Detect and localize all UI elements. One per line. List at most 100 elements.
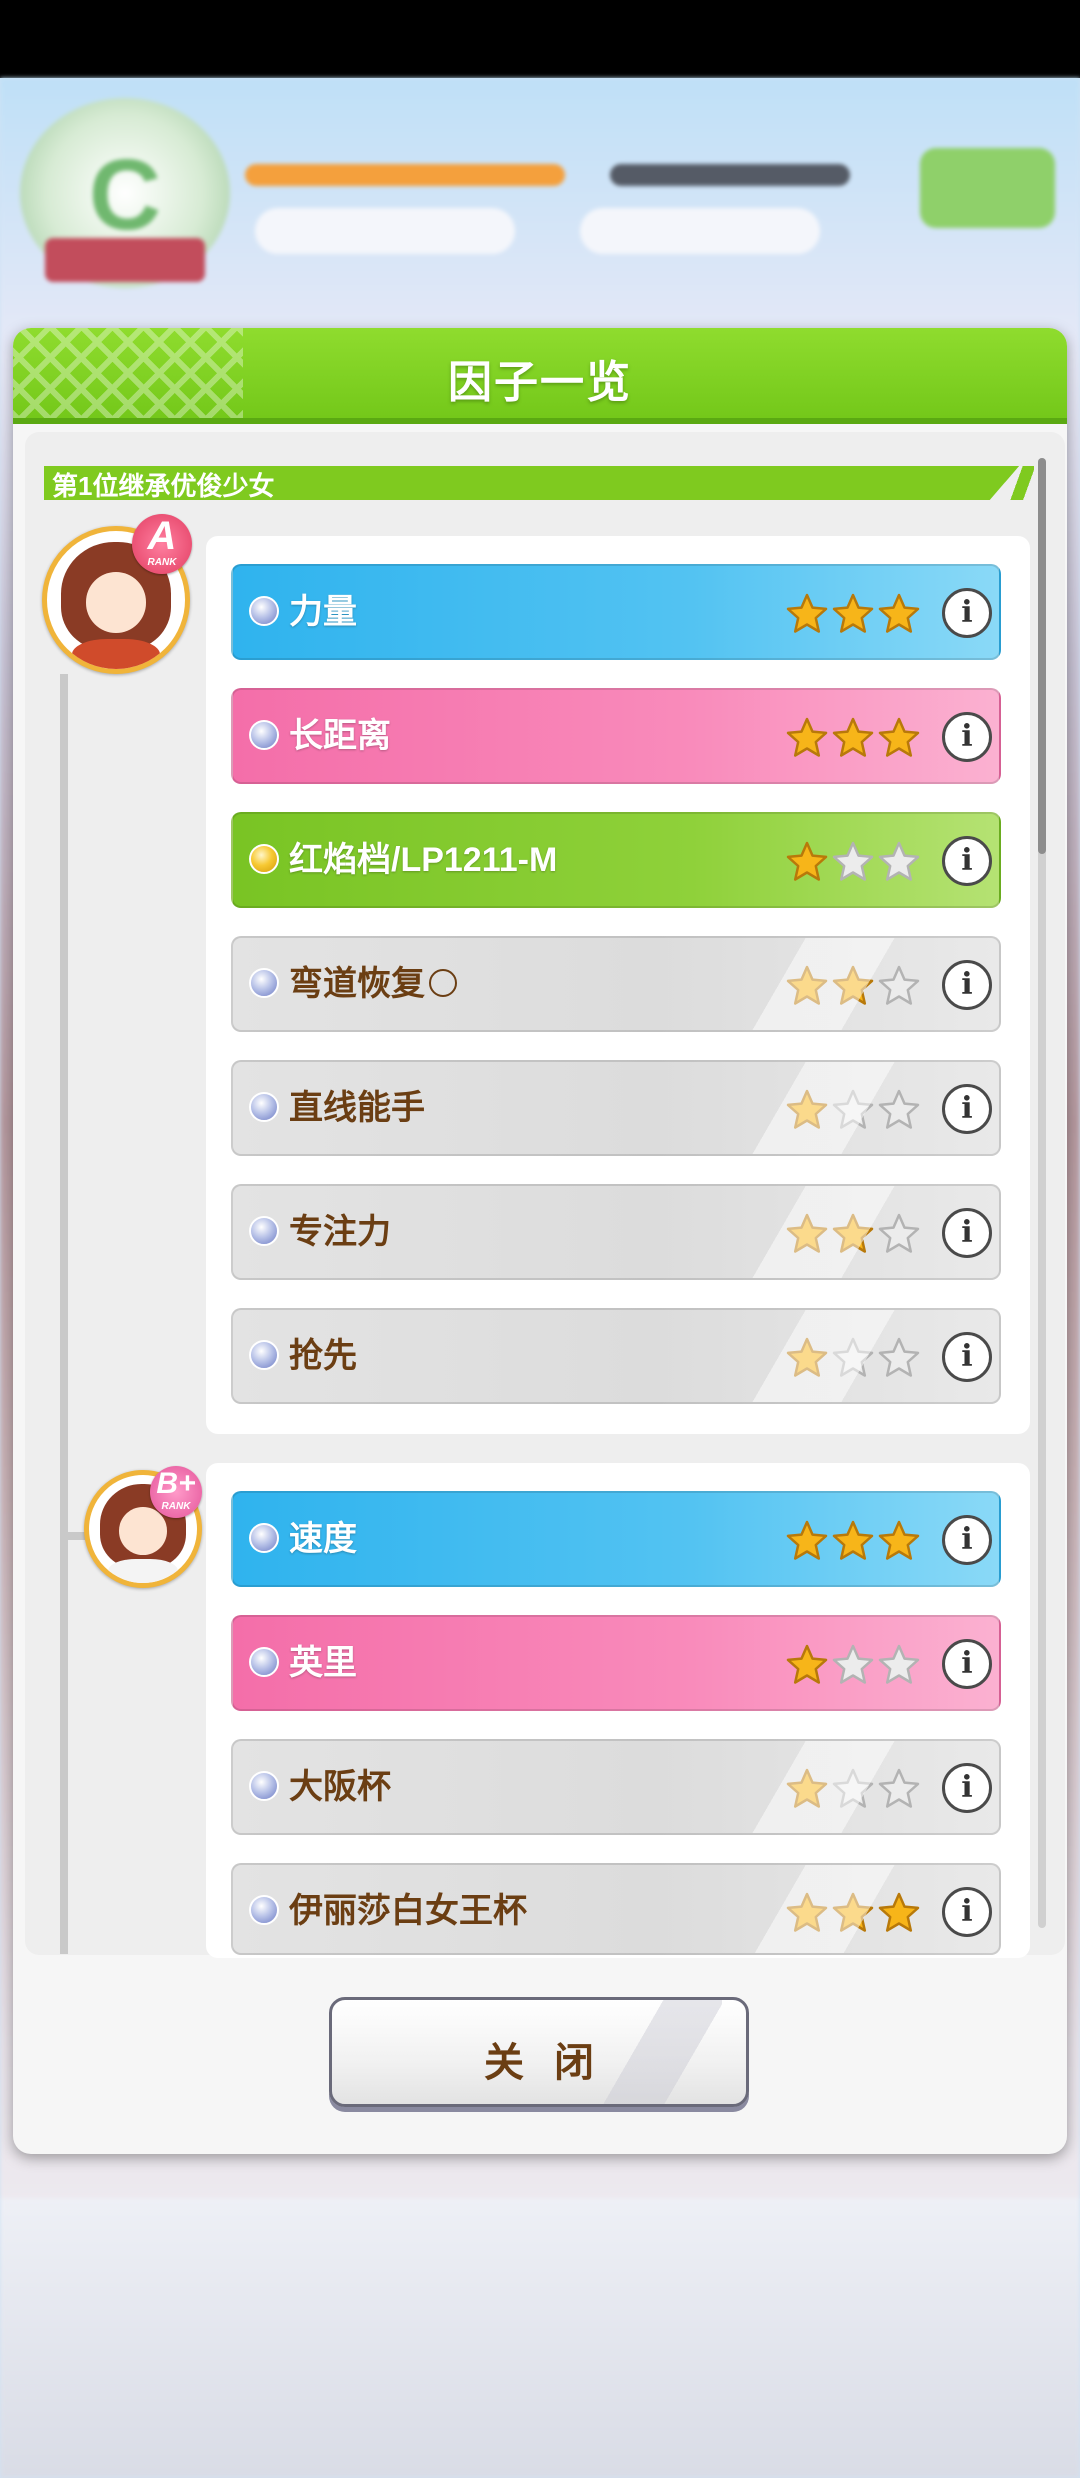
star-empty-icon <box>877 1767 921 1811</box>
section-title: 第1位继承优俊少女 <box>52 471 275 501</box>
circle-icon <box>429 969 457 997</box>
factor-name-text: 专注力 <box>289 1213 391 1251</box>
orb-icon <box>249 1340 279 1370</box>
star-filled-icon <box>831 1891 875 1935</box>
star-filled-icon <box>785 716 829 760</box>
orb-icon <box>249 1216 279 1246</box>
factor-name-text: 伊丽莎白女王杯 <box>289 1892 527 1930</box>
info-icon[interactable]: i <box>942 1515 992 1565</box>
factor-name-text: 力量 <box>289 593 357 631</box>
star-filled-icon <box>785 840 829 884</box>
orb-icon <box>249 1771 279 1801</box>
info-icon[interactable]: i <box>942 1639 992 1689</box>
star-empty-icon <box>831 1767 875 1811</box>
star-filled-icon <box>785 1088 829 1132</box>
info-icon[interactable]: i <box>942 1332 992 1382</box>
factor-name: 力量 <box>289 590 357 634</box>
star-rating <box>785 1336 925 1380</box>
factor-name: 速度 <box>289 1517 357 1561</box>
star-empty-icon <box>831 1088 875 1132</box>
star-filled-icon <box>785 1212 829 1256</box>
star-rating <box>785 592 925 636</box>
factor-row[interactable]: 长距离 i <box>231 688 1001 784</box>
star-rating <box>785 964 925 1008</box>
orb-icon <box>249 1895 279 1925</box>
rank-badge: B+ RANK <box>150 1466 202 1518</box>
info-icon[interactable]: i <box>942 588 992 638</box>
info-icon[interactable]: i <box>942 1208 992 1258</box>
factor-row[interactable]: 大阪杯 i <box>231 1739 1001 1835</box>
star-filled-icon <box>785 592 829 636</box>
info-icon[interactable]: i <box>942 960 992 1010</box>
background-progress-bar <box>245 164 565 186</box>
scrollbar-thumb[interactable] <box>1038 458 1046 854</box>
star-rating <box>785 1088 925 1132</box>
factor-row[interactable]: 力量 i <box>231 564 1001 660</box>
star-empty-icon <box>831 1336 875 1380</box>
background-menu-button <box>920 148 1055 228</box>
factor-name: 弯道恢复 <box>289 962 457 1006</box>
lineage-tree-line <box>60 674 68 1954</box>
factor-name-text: 大阪杯 <box>289 1768 391 1806</box>
factor-name: 伊丽莎白女王杯 <box>289 1889 527 1933</box>
star-filled-icon <box>831 1519 875 1563</box>
factor-row[interactable]: 伊丽莎白女王杯 i <box>231 1863 1001 1955</box>
star-filled-icon <box>785 1891 829 1935</box>
factor-row[interactable]: 红焰档/LP1211-M i <box>231 812 1001 908</box>
factor-name-text: 抢先 <box>289 1337 357 1375</box>
factor-row[interactable]: 弯道恢复 i <box>231 936 1001 1032</box>
star-rating <box>785 1519 925 1563</box>
star-rating <box>785 1643 925 1687</box>
orb-icon <box>249 596 279 626</box>
factor-name-text: 速度 <box>289 1520 357 1558</box>
factor-name-text: 直线能手 <box>289 1089 425 1127</box>
star-empty-icon <box>877 964 921 1008</box>
factor-row[interactable]: 专注力 i <box>231 1184 1001 1280</box>
orb-icon <box>249 720 279 750</box>
factor-name: 长距离 <box>289 714 391 758</box>
section-header-stripe <box>1010 466 1034 500</box>
star-empty-icon <box>831 1643 875 1687</box>
info-icon[interactable]: i <box>942 1763 992 1813</box>
factor-row[interactable]: 抢先 i <box>231 1308 1001 1404</box>
star-empty-icon <box>877 1643 921 1687</box>
factor-name-text: 英里 <box>289 1644 357 1682</box>
info-icon[interactable]: i <box>942 836 992 886</box>
background-currency-pill <box>255 208 515 254</box>
star-filled-icon <box>877 1891 921 1935</box>
orb-icon <box>249 968 279 998</box>
star-empty-icon <box>877 1336 921 1380</box>
star-empty-icon <box>877 1212 921 1256</box>
factor-row[interactable]: 速度 i <box>231 1491 1001 1587</box>
rank-badge: A RANK <box>132 514 192 574</box>
info-icon[interactable]: i <box>942 712 992 762</box>
star-filled-icon <box>831 592 875 636</box>
dialog-title: 因子一览 <box>448 358 632 407</box>
star-filled-icon <box>877 592 921 636</box>
star-filled-icon <box>785 1643 829 1687</box>
star-rating <box>785 1767 925 1811</box>
info-icon[interactable]: i <box>942 1887 992 1937</box>
star-filled-icon <box>785 1336 829 1380</box>
star-rating <box>785 1212 925 1256</box>
info-icon[interactable]: i <box>942 1084 992 1134</box>
star-empty-icon <box>831 840 875 884</box>
star-filled-icon <box>785 964 829 1008</box>
star-filled-icon <box>831 716 875 760</box>
star-rating <box>785 1891 925 1935</box>
orb-icon <box>249 1092 279 1122</box>
dialog-header: 因子一览 <box>13 328 1067 424</box>
close-button[interactable]: 关闭 <box>329 1997 749 2107</box>
factor-name-text: 长距离 <box>289 717 391 755</box>
factor-row[interactable]: 英里 i <box>231 1615 1001 1711</box>
star-filled-icon <box>785 1519 829 1563</box>
star-filled-icon <box>877 1519 921 1563</box>
background-progress-bar <box>610 164 850 186</box>
star-rating <box>785 840 925 884</box>
orb-icon <box>249 1647 279 1677</box>
background-currency-pill <box>580 208 820 254</box>
star-filled-icon <box>785 1767 829 1811</box>
factor-row[interactable]: 直线能手 i <box>231 1060 1001 1156</box>
background-bottom-dock <box>0 2198 1080 2478</box>
close-button-label: 关闭 <box>484 2041 624 2085</box>
